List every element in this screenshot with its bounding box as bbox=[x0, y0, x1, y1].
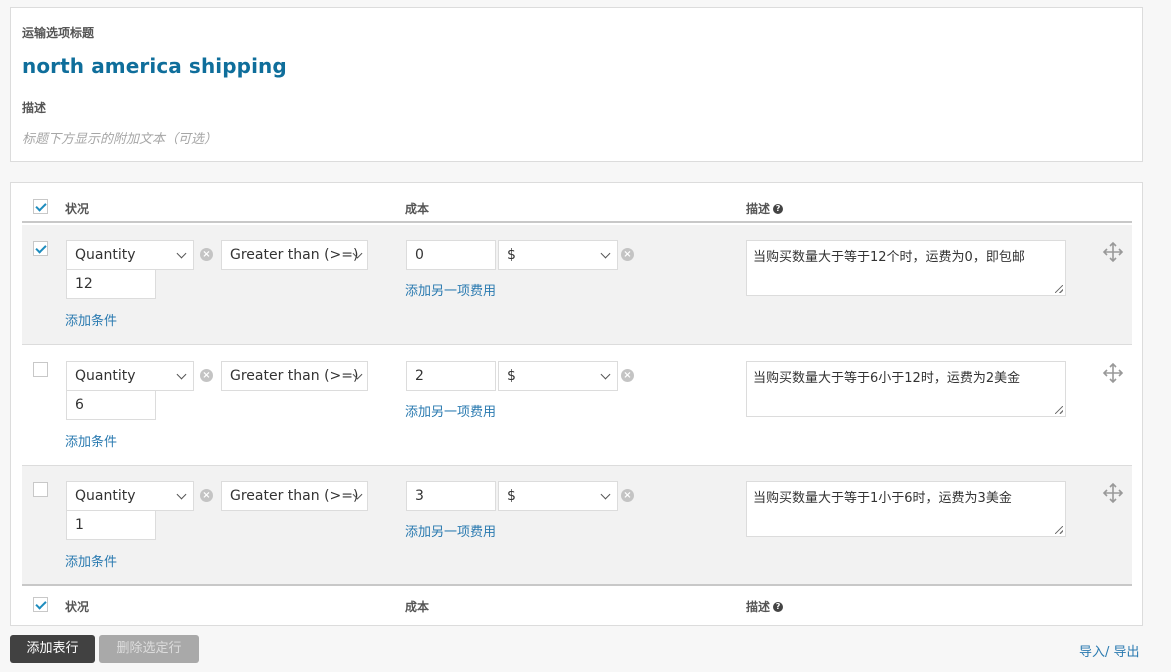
condition-type-select[interactable]: Quantity bbox=[66, 481, 194, 511]
cost-value-input[interactable]: 3 bbox=[406, 481, 496, 511]
table-row: Quantity × Greater than (>=) 1 添加条件 3 $ … bbox=[22, 466, 1132, 586]
remove-cost-icon[interactable]: × bbox=[621, 369, 634, 382]
condition-value-input[interactable]: 12 bbox=[66, 269, 156, 299]
row-description-textarea[interactable]: 当购买数量大于等于6小于12时，运费为2美金 bbox=[746, 361, 1066, 417]
condition-type-select[interactable]: Quantity bbox=[66, 361, 194, 391]
description-field[interactable]: 标题下方显示的附加文本（可选） bbox=[22, 128, 217, 147]
chevron-down-icon bbox=[600, 489, 611, 500]
row-checkbox[interactable] bbox=[33, 362, 48, 377]
remove-cost-icon[interactable]: × bbox=[621, 489, 634, 502]
cost-column-footer: 成本 bbox=[405, 600, 430, 614]
currency-select[interactable]: $ bbox=[498, 361, 618, 391]
currency-select[interactable]: $ bbox=[498, 240, 618, 270]
description-header-label: 描述 bbox=[746, 202, 771, 216]
title-label: 运输选项标题 bbox=[22, 26, 95, 40]
row-description-text: 当购买数量大于等于6小于12时，运费为2美金 bbox=[753, 371, 1021, 386]
move-arrows-icon[interactable] bbox=[1102, 241, 1124, 263]
currency-value: $ bbox=[507, 368, 516, 384]
add-cost-link[interactable]: 添加另一项费用 bbox=[405, 401, 496, 420]
import-export-link[interactable]: 导入/ 导出 bbox=[1079, 641, 1140, 660]
select-all-checkbox[interactable] bbox=[33, 199, 48, 214]
add-row-button[interactable]: 添加表行 bbox=[10, 635, 95, 663]
operator-select[interactable]: Greater than (>=) bbox=[221, 361, 368, 391]
resize-grip-icon[interactable] bbox=[1055, 285, 1063, 293]
select-all-checkbox-footer[interactable] bbox=[33, 597, 48, 612]
remove-cost-icon[interactable]: × bbox=[621, 248, 634, 261]
cost-column-header: 成本 bbox=[405, 202, 430, 216]
add-condition-link[interactable]: 添加条件 bbox=[65, 310, 117, 329]
description-label: 描述 bbox=[22, 101, 47, 115]
chevron-down-icon bbox=[600, 369, 611, 380]
chevron-down-icon bbox=[176, 248, 187, 259]
table-row: Quantity × Greater than (>=) 12 添加条件 0 $… bbox=[22, 225, 1132, 345]
table-row: Quantity × Greater than (>=) 6 添加条件 2 $ … bbox=[22, 346, 1132, 466]
description-column-footer: 描述? bbox=[746, 598, 784, 615]
currency-value: $ bbox=[507, 488, 516, 504]
remove-condition-icon[interactable]: × bbox=[200, 369, 213, 382]
chevron-down-icon bbox=[600, 248, 611, 259]
condition-value-input[interactable]: 6 bbox=[66, 390, 156, 420]
cost-value-input[interactable]: 2 bbox=[406, 361, 496, 391]
row-description-text: 当购买数量大于等于1小于6时，运费为3美金 bbox=[753, 491, 1012, 506]
condition-type-select[interactable]: Quantity bbox=[66, 240, 194, 270]
operator-value: Greater than (>=) bbox=[230, 488, 359, 504]
table-footer: 状况 成本 描述? bbox=[22, 585, 1132, 625]
row-description-textarea[interactable]: 当购买数量大于等于12个时，运费为0，即包邮 bbox=[746, 240, 1066, 296]
row-description-text: 当购买数量大于等于12个时，运费为0，即包邮 bbox=[753, 250, 1025, 265]
add-cost-link[interactable]: 添加另一项费用 bbox=[405, 521, 496, 540]
operator-value: Greater than (>=) bbox=[230, 368, 359, 384]
condition-type-value: Quantity bbox=[75, 488, 136, 504]
rate-table: 状况 成本 描述? Quantity × Greater than (>=) 1… bbox=[10, 182, 1143, 626]
help-icon[interactable]: ? bbox=[773, 204, 784, 214]
operator-select[interactable]: Greater than (>=) bbox=[221, 240, 368, 270]
row-checkbox[interactable] bbox=[33, 482, 48, 497]
add-condition-link[interactable]: 添加条件 bbox=[65, 431, 117, 450]
move-arrows-icon[interactable] bbox=[1102, 362, 1124, 384]
condition-type-value: Quantity bbox=[75, 368, 136, 384]
status-column-header: 状况 bbox=[65, 202, 90, 216]
condition-value-input[interactable]: 1 bbox=[66, 510, 156, 540]
shipping-option-panel: 运输选项标题 north america shipping 描述 标题下方显示的… bbox=[10, 7, 1143, 162]
condition-type-value: Quantity bbox=[75, 247, 136, 263]
delete-selected-rows-button[interactable]: 删除选定行 bbox=[99, 635, 199, 663]
status-column-footer: 状况 bbox=[65, 600, 90, 614]
remove-condition-icon[interactable]: × bbox=[200, 489, 213, 502]
title-field[interactable]: north america shipping bbox=[22, 54, 287, 78]
description-column-header: 描述? bbox=[746, 200, 784, 217]
currency-select[interactable]: $ bbox=[498, 481, 618, 511]
resize-grip-icon[interactable] bbox=[1055, 406, 1063, 414]
row-checkbox[interactable] bbox=[33, 241, 48, 256]
add-condition-link[interactable]: 添加条件 bbox=[65, 551, 117, 570]
help-icon[interactable]: ? bbox=[773, 602, 784, 612]
description-footer-label: 描述 bbox=[746, 600, 771, 614]
remove-condition-icon[interactable]: × bbox=[200, 248, 213, 261]
operator-select[interactable]: Greater than (>=) bbox=[221, 481, 368, 511]
chevron-down-icon bbox=[176, 369, 187, 380]
chevron-down-icon bbox=[176, 489, 187, 500]
row-description-textarea[interactable]: 当购买数量大于等于1小于6时，运费为3美金 bbox=[746, 481, 1066, 537]
operator-value: Greater than (>=) bbox=[230, 247, 359, 263]
resize-grip-icon[interactable] bbox=[1055, 526, 1063, 534]
move-arrows-icon[interactable] bbox=[1102, 482, 1124, 504]
table-header: 状况 成本 描述? bbox=[22, 183, 1132, 223]
add-cost-link[interactable]: 添加另一项费用 bbox=[405, 280, 496, 299]
cost-value-input[interactable]: 0 bbox=[406, 240, 496, 270]
currency-value: $ bbox=[507, 247, 516, 263]
